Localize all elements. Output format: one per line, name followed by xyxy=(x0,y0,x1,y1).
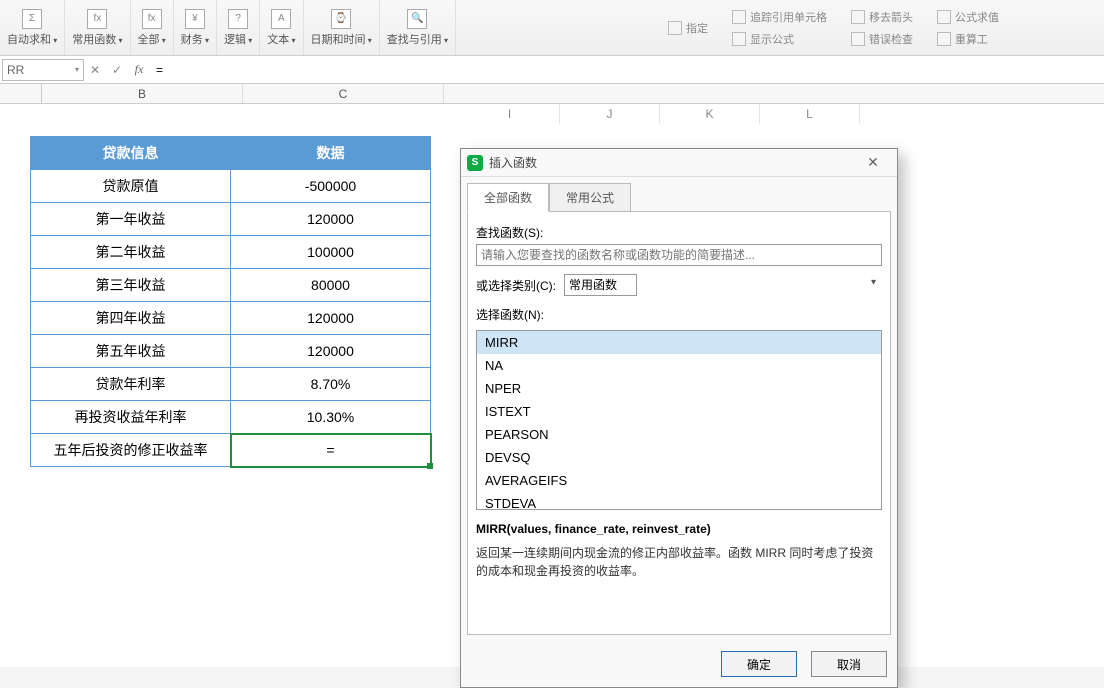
ribbon-lookup[interactable]: 🔍查找与引用 xyxy=(380,0,456,55)
logic-icon: ? xyxy=(228,9,248,29)
row-value[interactable]: -500000 xyxy=(231,170,431,203)
fx-icon: fx xyxy=(87,9,107,29)
row-value[interactable]: 10.30% xyxy=(231,401,431,434)
loan-table: 贷款信息 数据 贷款原值-500000 第一年收益120000 第二年收益100… xyxy=(30,136,431,467)
dialog-titlebar[interactable]: S 插入函数 ✕ xyxy=(461,149,897,177)
worksheet[interactable]: IJKL 贷款信息 数据 贷款原值-500000 第一年收益120000 第二年… xyxy=(0,104,1104,667)
row-label[interactable]: 第一年收益 xyxy=(31,203,231,236)
accept-formula-icon[interactable]: ✓ xyxy=(106,59,128,81)
ribbon-text[interactable]: A文本 xyxy=(260,0,303,55)
search-function-input[interactable] xyxy=(476,244,882,266)
row-label[interactable]: 第二年收益 xyxy=(31,236,231,269)
ribbon-remove-arrow: 移去箭头 xyxy=(845,7,919,27)
category-select[interactable]: 常用函数 xyxy=(564,274,637,296)
row-value[interactable]: 8.70% xyxy=(231,368,431,401)
row-label[interactable]: 第四年收益 xyxy=(31,302,231,335)
ribbon-all[interactable]: fx全部 xyxy=(131,0,174,55)
ribbon-common-fn[interactable]: fx常用函数 xyxy=(65,0,130,55)
fx-all-icon: fx xyxy=(142,9,162,29)
search-label: 查找函数(S): xyxy=(476,224,882,241)
formula-input[interactable] xyxy=(150,59,1104,81)
fn-item[interactable]: STDEVA xyxy=(477,492,881,510)
function-list[interactable]: MIRR NA NPER ISTEXT PEARSON DEVSQ AVERAG… xyxy=(476,330,882,510)
ribbon-datetime[interactable]: ⌚日期和时间 xyxy=(304,0,380,55)
row-label[interactable]: 再投资收益年利率 xyxy=(31,401,231,434)
fn-item[interactable]: DEVSQ xyxy=(477,446,881,469)
fn-item[interactable]: PEARSON xyxy=(477,423,881,446)
ribbon-autosum[interactable]: Σ自动求和 xyxy=(0,0,65,55)
row-value[interactable]: 120000 xyxy=(231,335,431,368)
fn-item-mirr[interactable]: MIRR xyxy=(477,331,881,354)
row-label[interactable]: 贷款年利率 xyxy=(31,368,231,401)
row-label[interactable]: 第三年收益 xyxy=(31,269,231,302)
row-label[interactable]: 五年后投资的修正收益率 xyxy=(31,434,231,467)
col-B[interactable]: B xyxy=(42,84,243,103)
text-icon: A xyxy=(271,9,291,29)
ribbon-trace: 追踪引用单元格 xyxy=(726,7,833,27)
finance-icon: ¥ xyxy=(185,9,205,29)
th-data: 数据 xyxy=(231,137,431,170)
cancel-button[interactable]: 取消 xyxy=(811,651,887,677)
row-label[interactable]: 贷款原值 xyxy=(31,170,231,203)
col-C[interactable]: C xyxy=(243,84,444,103)
ribbon-right-group: 指定 xyxy=(656,0,720,55)
function-description: 返回某一连续期间内现金流的修正内部收益率。函数 MIRR 同时考虑了投资的成本和… xyxy=(476,544,882,580)
category-label: 或选择类别(C): xyxy=(476,277,556,294)
ribbon-show-formula: 显示公式 xyxy=(726,29,833,49)
row-value[interactable]: 120000 xyxy=(231,302,431,335)
active-cell[interactable]: = xyxy=(231,434,431,467)
ribbon-logic[interactable]: ?逻辑 xyxy=(217,0,260,55)
formula-bar: RR▾ ✕ ✓ fx xyxy=(0,56,1104,84)
insert-function-dialog: S 插入函数 ✕ 全部函数 常用公式 查找函数(S): 或选择类别(C): 常用… xyxy=(460,148,898,688)
ribbon-error-check: 错误检查 xyxy=(845,29,919,49)
ribbon-evaluate: 公式求值 xyxy=(931,7,1005,27)
name-box[interactable]: RR▾ xyxy=(2,59,84,81)
sigma-icon: Σ xyxy=(22,9,42,29)
ribbon-finance[interactable]: ¥财务 xyxy=(174,0,217,55)
row-value[interactable]: 120000 xyxy=(231,203,431,236)
ok-button[interactable]: 确定 xyxy=(721,651,797,677)
app-logo-icon: S xyxy=(467,155,483,171)
ribbon-toolbar: Σ自动求和 fx常用函数 fx全部 ¥财务 ?逻辑 A文本 ⌚日期和时间 🔍查找… xyxy=(0,0,1104,56)
lookup-icon: 🔍 xyxy=(407,9,427,29)
fn-item[interactable]: ISTEXT xyxy=(477,400,881,423)
select-fn-label: 选择函数(N): xyxy=(476,306,882,323)
tab-common-formulas[interactable]: 常用公式 xyxy=(549,183,631,212)
column-headers: B C xyxy=(0,84,1104,104)
datetime-icon: ⌚ xyxy=(331,9,351,29)
close-icon[interactable]: ✕ xyxy=(855,154,891,171)
tab-all-functions[interactable]: 全部函数 xyxy=(467,183,549,212)
dialog-title: 插入函数 xyxy=(489,154,537,171)
fn-item[interactable]: NA xyxy=(477,354,881,377)
ribbon-assign: 指定 xyxy=(662,18,714,38)
cancel-formula-icon[interactable]: ✕ xyxy=(84,59,106,81)
fn-item[interactable]: AVERAGEIFS xyxy=(477,469,881,492)
row-label[interactable]: 第五年收益 xyxy=(31,335,231,368)
fill-handle[interactable] xyxy=(427,463,433,469)
th-loan-info: 贷款信息 xyxy=(31,137,231,170)
row-value[interactable]: 80000 xyxy=(231,269,431,302)
fn-item[interactable]: NPER xyxy=(477,377,881,400)
row-value[interactable]: 100000 xyxy=(231,236,431,269)
fx-button[interactable]: fx xyxy=(128,59,150,81)
function-signature: MIRR(values, finance_rate, reinvest_rate… xyxy=(476,522,882,536)
ribbon-recalc: 重算工 xyxy=(931,29,1005,49)
